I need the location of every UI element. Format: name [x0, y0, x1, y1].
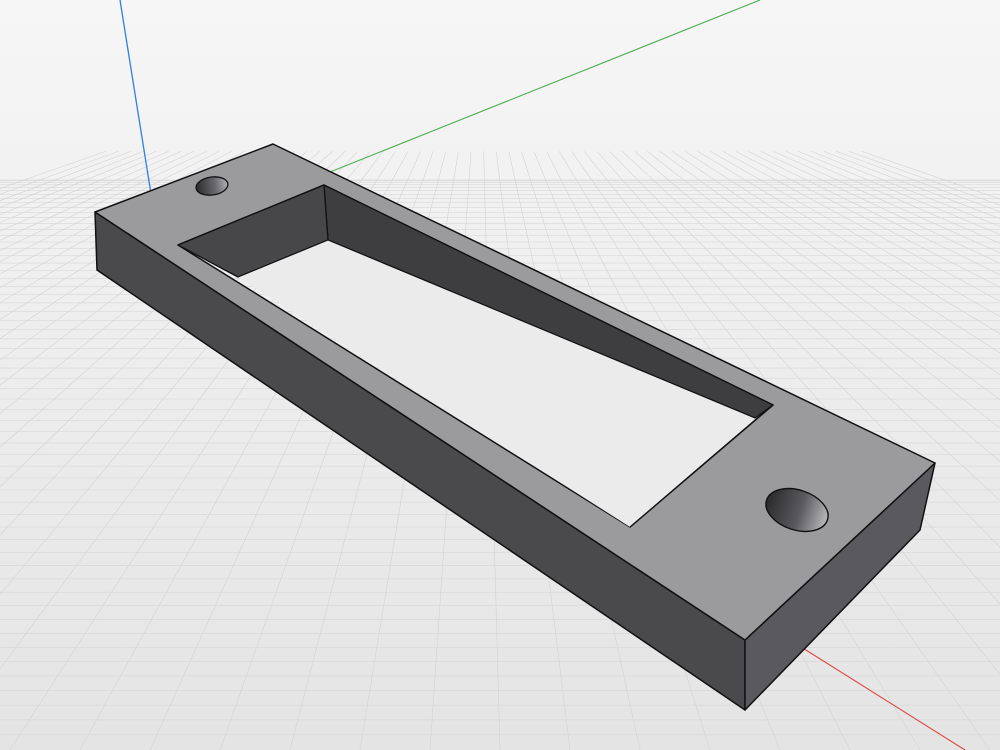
3d-viewport[interactable] — [0, 0, 1000, 750]
viewport-canvas[interactable] — [0, 0, 1000, 750]
